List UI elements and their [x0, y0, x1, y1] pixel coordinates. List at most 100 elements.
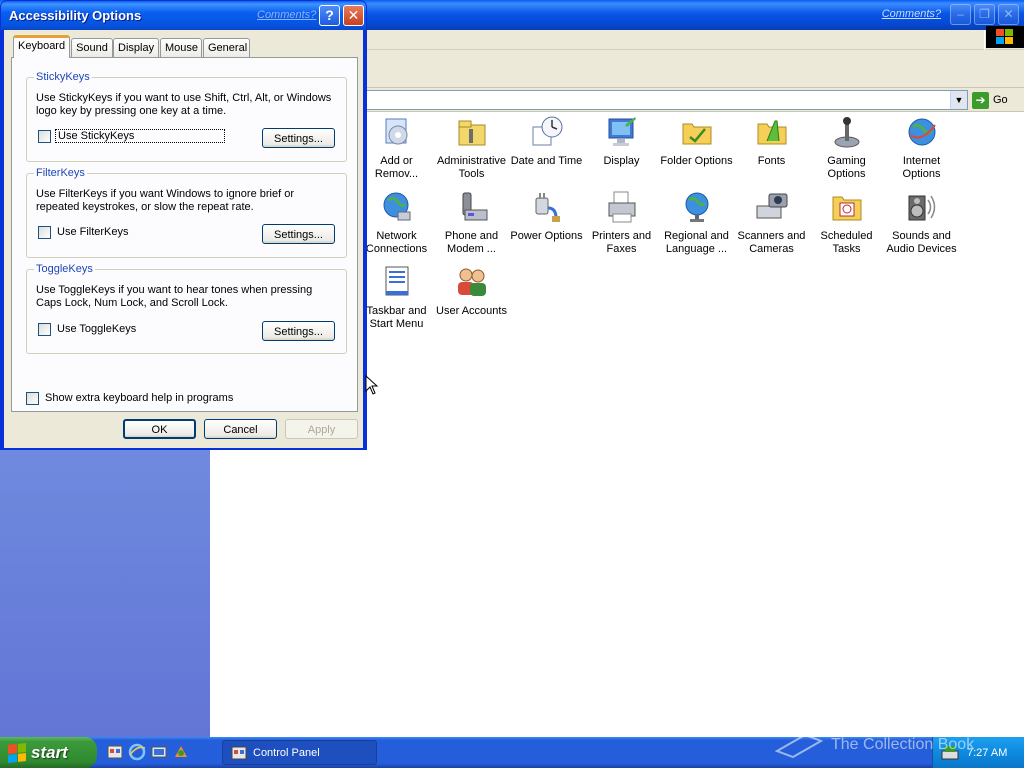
tab-keyboard[interactable]: Keyboard — [13, 35, 70, 58]
taskbar-item-label: Control Panel — [253, 746, 320, 759]
cp-item-regional-language[interactable]: Regional and Language ... — [659, 188, 734, 260]
cp-item-label: Gaming Options — [827, 155, 866, 180]
extra-keyboard-help-label[interactable]: Show extra keyboard help in programs — [45, 392, 233, 404]
close-icon: ✕ — [347, 7, 360, 23]
cp-item-user-accounts[interactable]: User Accounts — [434, 263, 509, 335]
control-panel-shortcut-icon[interactable] — [106, 743, 124, 761]
dialog-close-button[interactable]: ✕ — [343, 5, 364, 26]
quick-launch — [106, 743, 216, 763]
togglekeys-title: ToggleKeys — [34, 263, 95, 275]
tab-sound[interactable]: Sound — [71, 38, 113, 57]
use-togglekeys-label[interactable]: Use ToggleKeys — [57, 323, 136, 335]
watermark-text: The Collection Book — [831, 736, 975, 753]
cp-item-label: Date and Time — [510, 155, 583, 167]
phone-modem-icon — [462, 192, 487, 221]
windows-flag-icon — [8, 742, 26, 763]
gaming-options-icon — [834, 117, 859, 148]
cp-item-label: Printers and Faxes — [591, 230, 652, 255]
cp-item-display[interactable]: Display — [584, 113, 659, 185]
show-desktop-icon[interactable] — [150, 743, 168, 761]
tab-general[interactable]: General — [203, 38, 250, 57]
tab-mouse[interactable]: Mouse — [160, 38, 202, 57]
cp-item-internet-options[interactable]: Internet Options — [884, 113, 959, 185]
internet-explorer-icon[interactable] — [128, 743, 146, 761]
tab-display[interactable]: Display — [113, 38, 159, 57]
use-togglekeys-checkbox[interactable] — [38, 323, 51, 336]
windows-logo-icon — [986, 26, 1024, 48]
cp-item-phone-modem[interactable]: Phone and Modem ... — [434, 188, 509, 260]
help-button[interactable]: ? — [319, 5, 340, 26]
folder-options-icon — [682, 123, 711, 145]
sounds-audio-icon — [908, 195, 935, 221]
taskbar-start-menu-icon — [385, 266, 408, 296]
togglekeys-settings-button[interactable]: Settings... — [262, 321, 335, 341]
cp-item-scheduled-tasks[interactable]: Scheduled Tasks — [809, 188, 884, 260]
use-filterkeys-label[interactable]: Use FilterKeys — [57, 226, 129, 238]
cp-item-printers-faxes[interactable]: Printers and Faxes — [584, 188, 659, 260]
cp-item-administrative-tools[interactable]: Administrative Tools — [434, 113, 509, 185]
ok-button[interactable]: OK — [123, 419, 196, 439]
dialog-comments-link[interactable]: Comments? — [257, 9, 316, 21]
minimize-button[interactable]: – — [950, 4, 971, 25]
use-filterkeys-checkbox[interactable] — [38, 226, 51, 239]
cp-item-label: User Accounts — [436, 305, 507, 317]
printers-faxes-icon — [608, 191, 635, 223]
address-input[interactable]: ▼ — [366, 90, 968, 110]
cp-item-gaming-options[interactable]: Gaming Options — [809, 113, 884, 185]
control-panel-comments-link[interactable]: Comments? — [882, 8, 941, 20]
maximize-button[interactable]: ❐ — [974, 4, 995, 25]
cp-item-label: Taskbar and Start Menu — [366, 305, 427, 330]
administrative-tools-icon — [458, 120, 485, 146]
add-remove-programs-icon — [385, 118, 407, 145]
restore-icon: ❐ — [979, 7, 990, 21]
use-stickykeys-label[interactable]: Use StickyKeys — [55, 129, 225, 143]
apply-button[interactable]: Apply — [285, 419, 358, 439]
control-panel-icon-grid: Add or Remov... Administrative Tools Dat… — [359, 113, 1019, 353]
cp-item-date-time[interactable]: Date and Time — [509, 113, 584, 185]
extra-keyboard-help-checkbox[interactable] — [26, 392, 39, 405]
cp-item-label: Regional and Language ... — [664, 230, 729, 255]
cp-item-label: Folder Options — [660, 155, 733, 167]
togglekeys-description: Use ToggleKeys if you want to hear tones… — [36, 284, 313, 309]
cancel-button[interactable]: Cancel — [204, 419, 277, 439]
dialog-title: Accessibility Options — [9, 8, 142, 23]
use-stickykeys-checkbox[interactable] — [38, 130, 51, 143]
cp-item-add-remove-programs[interactable]: Add or Remov... — [359, 113, 434, 185]
taskbar-item-control-panel[interactable]: Control Panel — [222, 740, 377, 765]
cp-item-network-connections[interactable]: Network Connections — [359, 188, 434, 260]
go-arrow-icon: ➔ — [972, 91, 989, 109]
cp-item-scanners-cameras[interactable]: Scanners and Cameras — [734, 188, 809, 260]
filterkeys-settings-button[interactable]: Settings... — [262, 224, 335, 244]
cp-item-sounds-audio[interactable]: Sounds and Audio Devices — [884, 188, 959, 260]
stickykeys-title: StickyKeys — [34, 71, 92, 83]
cp-item-power-options[interactable]: Power Options — [509, 188, 584, 260]
internet-options-icon — [908, 118, 936, 146]
regional-language-icon — [685, 192, 708, 222]
filterkeys-title: FilterKeys — [34, 167, 87, 179]
cp-item-label: Phone and Modem ... — [444, 230, 499, 255]
start-button[interactable]: start — [0, 737, 97, 768]
book-icon — [775, 733, 823, 759]
date-time-icon — [532, 116, 562, 146]
cp-item-fonts[interactable]: Fonts — [734, 113, 809, 185]
mouse-cursor-icon — [365, 375, 379, 395]
dialog-titlebar[interactable]: Accessibility Options Comments? ? ✕ — [1, 1, 366, 30]
minimize-icon: – — [957, 7, 964, 21]
watermark: The Collection Book — [775, 730, 1020, 760]
media-player-icon[interactable] — [172, 743, 190, 761]
cp-item-folder-options[interactable]: Folder Options — [659, 113, 734, 185]
chevron-down-icon[interactable]: ▼ — [950, 91, 967, 109]
cp-item-taskbar-start-menu[interactable]: Taskbar and Start Menu — [359, 263, 434, 335]
cp-item-label: Display — [603, 155, 640, 167]
stickykeys-settings-button[interactable]: Settings... — [262, 128, 335, 148]
close-button[interactable]: ✕ — [998, 4, 1019, 25]
close-icon: ✕ — [1003, 7, 1014, 21]
cp-item-label: Network Connections — [365, 230, 428, 255]
control-panel-icon — [231, 746, 247, 759]
cp-item-label: Scheduled Tasks — [820, 230, 873, 255]
cp-item-label: Scanners and Cameras — [737, 230, 806, 255]
cp-item-label: Power Options — [510, 230, 583, 242]
go-button[interactable]: ➔ Go — [972, 91, 1020, 109]
scheduled-tasks-icon — [832, 196, 861, 221]
filterkeys-description: Use FilterKeys if you want Windows to ig… — [36, 188, 294, 213]
